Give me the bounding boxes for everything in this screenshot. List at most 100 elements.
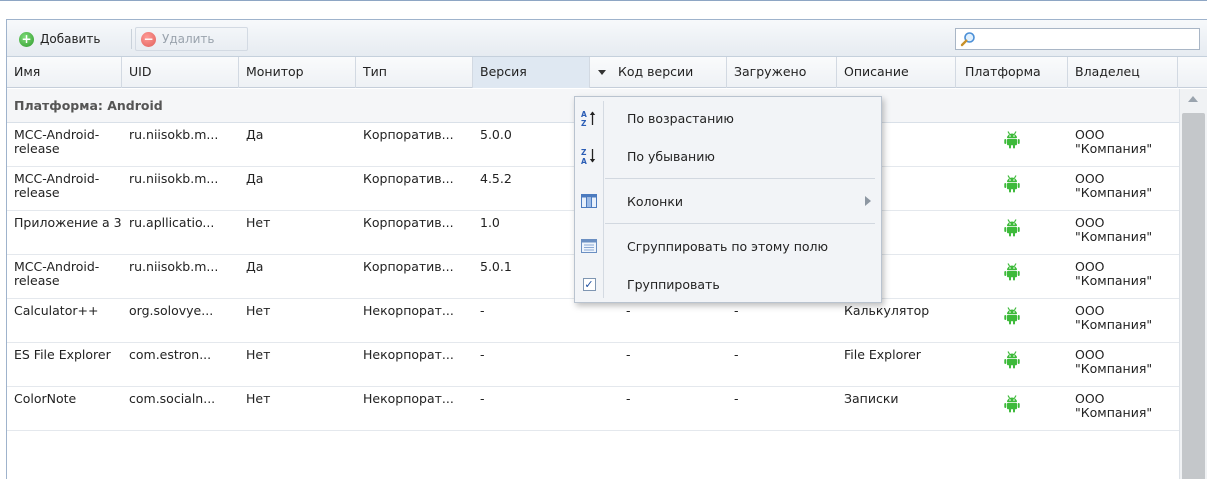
cell-text: ООО "Компания" (1075, 127, 1153, 156)
toolbar-separator (131, 29, 132, 49)
cell-text: ООО "Компания" (1075, 303, 1153, 332)
cell-name: Calculator++ (7, 299, 122, 342)
cell-version: 1.0 (473, 211, 590, 254)
cell-name: MCC-Android-release (7, 123, 122, 166)
cell-type: Некорпорат... (356, 299, 473, 342)
menu-item-sort-desc[interactable]: Z A По убыванию (575, 141, 881, 171)
cell-text: Корпоратив... (363, 215, 454, 230)
columns-icon (575, 186, 603, 216)
cell-text: Корпоратив... (363, 171, 454, 186)
scrollbar-thumb[interactable] (1182, 113, 1205, 479)
table-row[interactable]: ES File Explorer com.estron... Нет Некорпор… (7, 343, 1179, 387)
column-header-version[interactable]: Версия (473, 57, 590, 88)
column-menu-trigger-icon[interactable] (598, 70, 606, 75)
cell-uid: ru.niisokb.m... (122, 167, 239, 210)
cell-owner: ООО "Компания" (1068, 255, 1178, 298)
scroll-up-icon[interactable] (1188, 96, 1198, 102)
cell-text: ru.niisokb.m... (129, 259, 219, 274)
column-header-uid[interactable]: UID (122, 57, 239, 88)
table-row[interactable]: Calculator++ org.solovye... Нет Некорпорат.… (7, 299, 1179, 343)
cell-text: File Explorer (844, 347, 921, 362)
column-header-code[interactable]: Код версии (590, 57, 727, 88)
cell-text: 5.0.0 (480, 127, 512, 142)
cell-text: Нет (246, 215, 271, 230)
cell-text: ru.apllicatio... (129, 215, 215, 230)
cell-text: Да (246, 171, 264, 186)
android-icon (1004, 175, 1020, 196)
sort-descending-icon: Z A (575, 141, 603, 171)
cell-uploaded: - (727, 387, 837, 430)
cell-uid: ru.niisokb.m... (122, 123, 239, 166)
cell-code: - (590, 299, 727, 342)
menu-item-label: Сгруппировать по этому полю (627, 238, 829, 254)
column-header-type[interactable]: Тип (356, 57, 473, 88)
cell-text: MCC-Android-release (14, 259, 100, 288)
sort-ascending-icon: A Z (575, 103, 603, 133)
cell-type: Корпоратив... (356, 211, 473, 254)
submenu-arrow-icon (865, 196, 871, 206)
cell-owner: ООО "Компания" (1068, 299, 1178, 342)
table-row[interactable]: ColorNote com.socialn... Нет Некорпорат... -… (7, 387, 1179, 431)
cell-name: Приложение а 3 (7, 211, 122, 254)
cell-text: ru.niisokb.m... (129, 171, 219, 186)
column-header-owner[interactable]: Владелец (1068, 57, 1178, 88)
column-context-menu: A Z По возрастанию Z A По убыванию Колон… (574, 96, 882, 303)
cell-type: Некорпорат... (356, 343, 473, 386)
cell-version: 4.5.2 (473, 167, 590, 210)
add-icon: + (19, 31, 34, 47)
menu-item-columns[interactable]: Колонки (575, 186, 881, 216)
cell-text: ru.niisokb.m... (129, 127, 219, 142)
cell-version: 5.0.0 (473, 123, 590, 166)
grid-header: Имя UID Монитор Тип Версия Код версии За… (7, 57, 1207, 88)
menu-item-sort-asc[interactable]: A Z По возрастанию (575, 103, 881, 133)
delete-button[interactable]: − Удалить (137, 28, 219, 50)
group-checkbox[interactable]: ✓ (575, 269, 603, 299)
cell-monitor: Да (239, 123, 356, 166)
cell-text: ColorNote (14, 391, 77, 406)
cell-description: File Explorer (837, 343, 956, 386)
android-icon (1004, 131, 1020, 152)
cell-uid: com.estron... (122, 343, 239, 386)
menu-separator (605, 178, 875, 179)
menu-item-group-by-field[interactable]: Сгруппировать по этому полю (575, 231, 881, 261)
cell-text: - (626, 303, 631, 318)
cell-type: Корпоратив... (356, 123, 473, 166)
cell-owner: ООО "Компания" (1068, 123, 1178, 166)
svg-text:A: A (581, 157, 587, 165)
android-icon (1004, 351, 1020, 372)
cell-text: 1.0 (480, 215, 500, 230)
add-button[interactable]: + Добавить (15, 28, 104, 50)
vertical-scrollbar[interactable] (1179, 89, 1207, 479)
cell-text: - (626, 391, 631, 406)
column-header-uploaded[interactable]: Загружено (727, 57, 837, 88)
cell-monitor: Нет (239, 211, 356, 254)
cell-owner: ООО "Компания" (1068, 387, 1178, 430)
column-header-platform[interactable]: Платформа (956, 57, 1068, 88)
cell-owner: ООО "Компания" (1068, 167, 1178, 210)
android-icon (1004, 395, 1020, 416)
menu-item-group[interactable]: ✓ Группировать (575, 269, 881, 299)
cell-text: Да (246, 259, 264, 274)
search-input[interactable] (955, 28, 1200, 50)
android-icon (1004, 219, 1020, 240)
svg-text:A: A (581, 110, 587, 119)
cell-text: - (480, 347, 485, 362)
cell-text: - (480, 303, 485, 318)
cell-name: MCC-Android-release (7, 167, 122, 210)
menu-item-label: Колонки (627, 193, 684, 209)
cell-text: - (734, 391, 739, 406)
cell-text: Некорпорат... (363, 303, 454, 318)
cell-version: 5.0.1 (473, 255, 590, 298)
column-header-name[interactable]: Имя (7, 57, 122, 88)
column-header-description[interactable]: Описание (837, 57, 956, 88)
cell-name: MCC-Android-release (7, 255, 122, 298)
cell-monitor: Да (239, 167, 356, 210)
cell-owner: ООО "Компания" (1068, 211, 1178, 254)
cell-text: ООО "Компания" (1075, 391, 1153, 420)
menu-separator (605, 223, 875, 224)
cell-text: - (734, 303, 739, 318)
cell-text: Да (246, 127, 264, 142)
cell-text: com.socialn... (129, 391, 216, 406)
column-header-monitor[interactable]: Монитор (239, 57, 356, 88)
menu-item-label: Группировать (627, 276, 720, 292)
